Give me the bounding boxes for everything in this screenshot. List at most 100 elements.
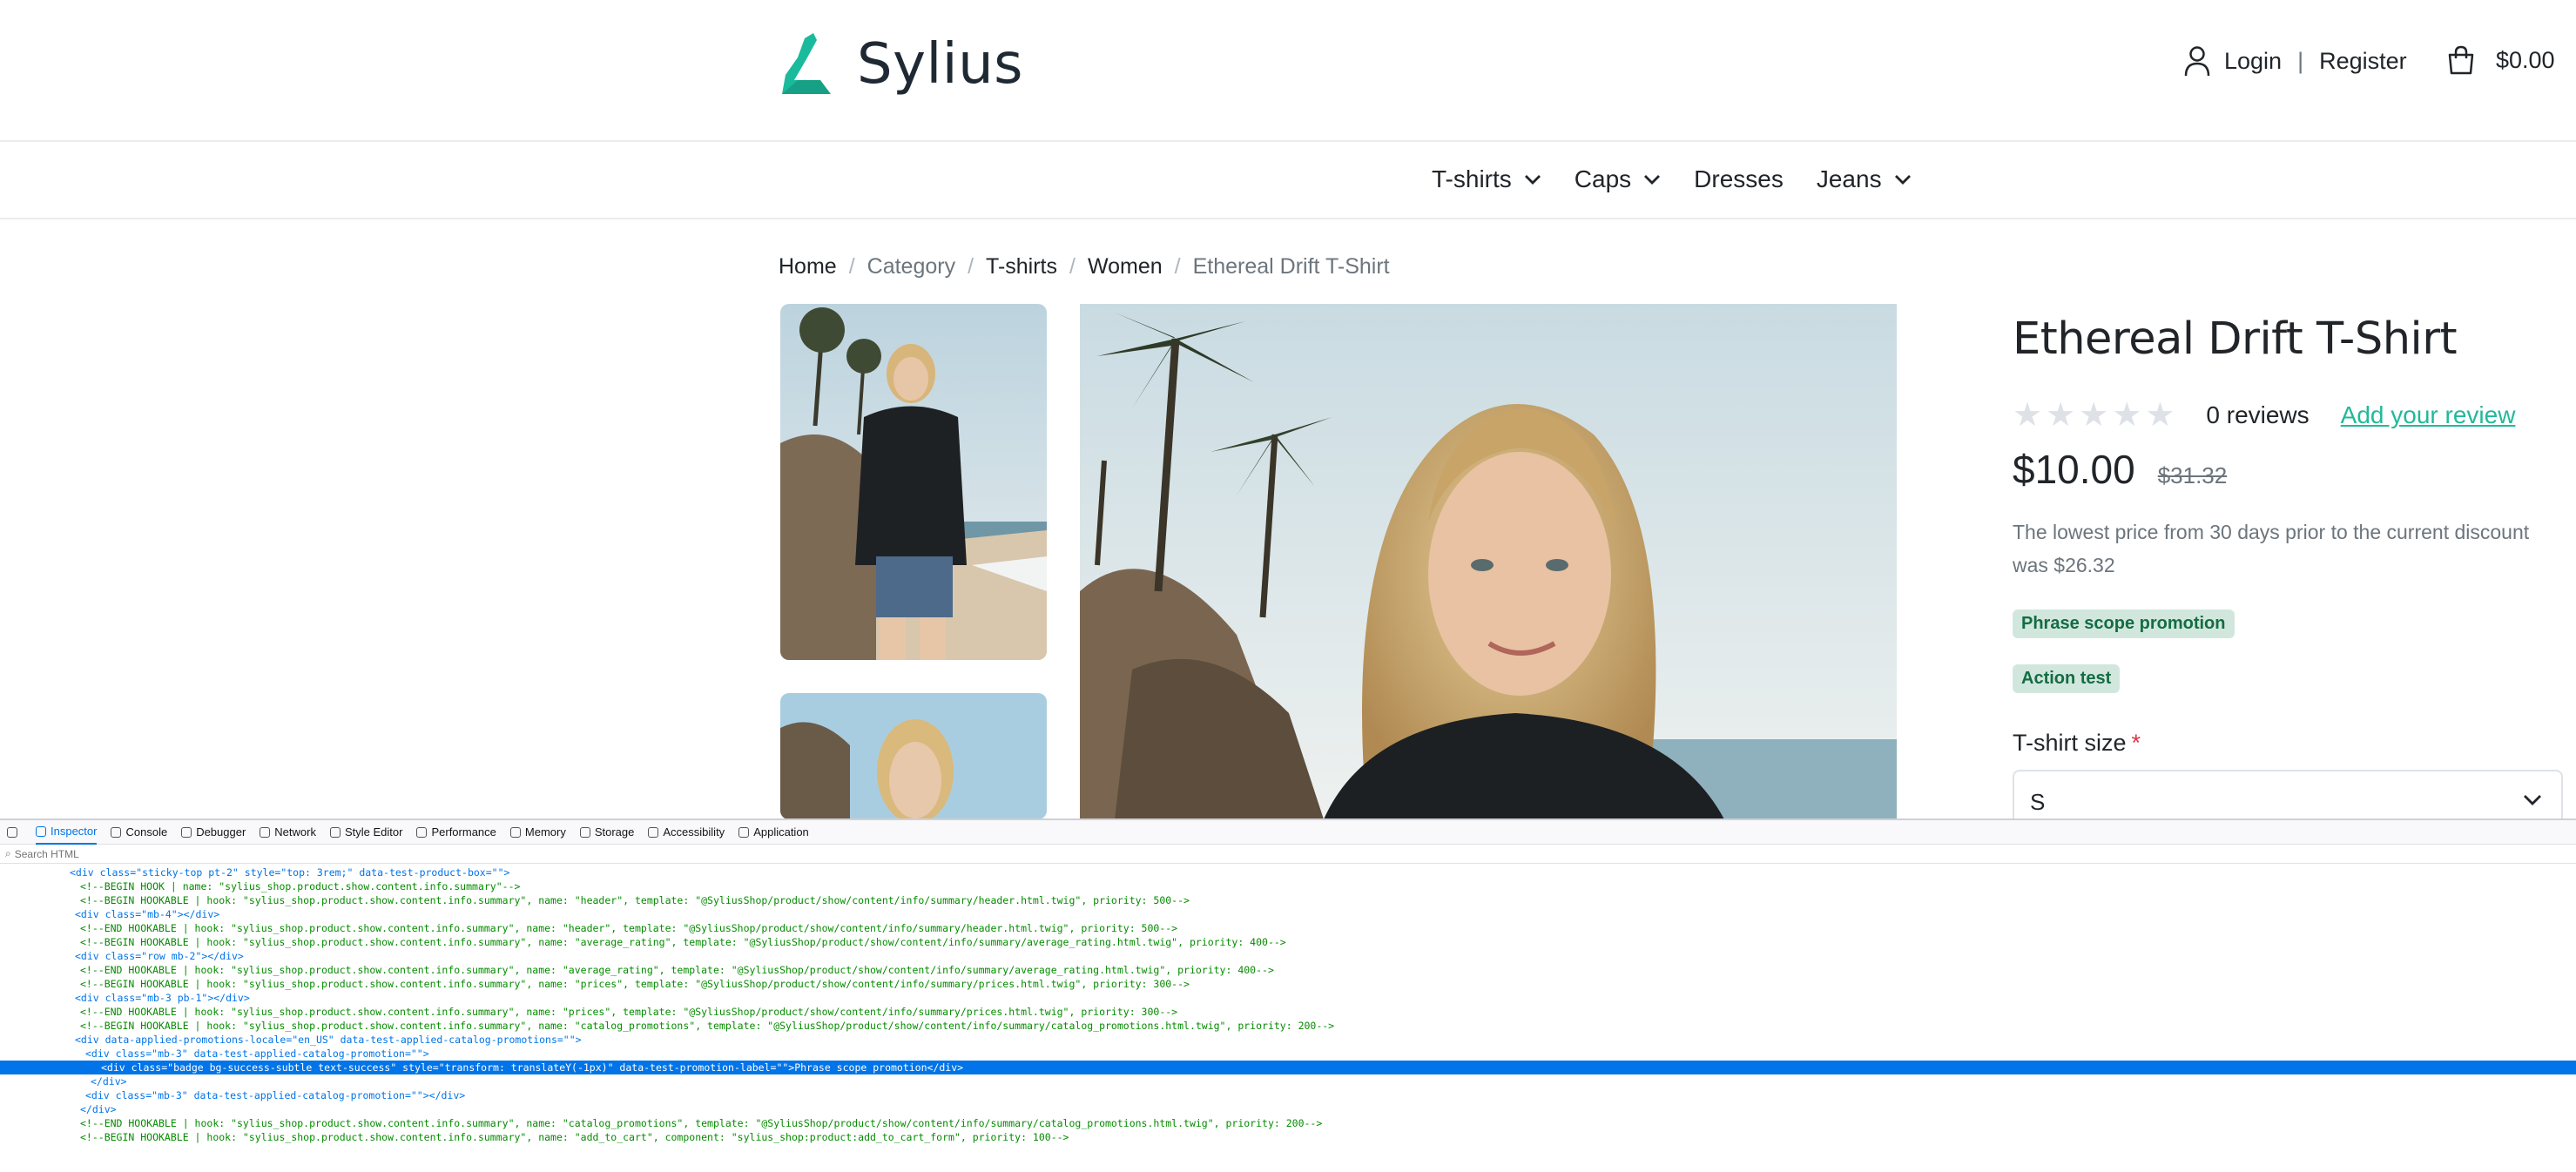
login-link[interactable]: Login	[2224, 48, 2282, 75]
add-review-link[interactable]: Add your review	[2341, 401, 2516, 429]
html-line[interactable]: <!--END HOOKABLE | hook: "sylius_shop.pr…	[0, 963, 2576, 977]
tab-label: Network	[274, 825, 316, 839]
breadcrumb-separator: /	[1069, 254, 1076, 279]
pick-element-button[interactable]	[7, 820, 22, 845]
site-header: Sylius Login | Register $0.00	[0, 0, 2576, 142]
promotion-badge: Phrase scope promotion	[2013, 610, 2235, 638]
chevron-down-icon	[1644, 175, 1661, 185]
tab-label: Performance	[431, 825, 496, 839]
search-html-input[interactable]: ⌕ Search HTML	[0, 845, 2576, 864]
html-line[interactable]: <div class="mb-3" data-test-applied-cata…	[0, 1088, 2576, 1102]
tab-debugger[interactable]: Debugger	[181, 820, 246, 845]
storage-icon	[579, 826, 590, 838]
product-thumbnail-image	[780, 304, 1047, 660]
search-icon: ⌕	[5, 847, 11, 859]
html-line[interactable]: <div class="sticky-top pt-2" style="top:…	[0, 866, 2576, 879]
breadcrumb-separator: /	[968, 254, 974, 279]
tab-storage[interactable]: Storage	[579, 820, 635, 845]
breadcrumb-separator: /	[848, 254, 855, 279]
star-icon: ★	[2079, 397, 2109, 434]
logo[interactable]: Sylius	[779, 31, 1023, 98]
html-line[interactable]: <!--BEGIN HOOKABLE | hook: "sylius_shop.…	[0, 1019, 2576, 1033]
tab-inspector[interactable]: Inspector	[36, 820, 98, 845]
product-thumbnail-2[interactable]	[780, 693, 1047, 819]
product-main-image[interactable]	[1080, 304, 1897, 819]
account-links: Login | Register	[2184, 45, 2407, 77]
tab-style-editor[interactable]: Style Editor	[329, 820, 403, 845]
original-price: $31.32	[2157, 462, 2228, 488]
nav-item-label: Dresses	[1694, 165, 1784, 192]
tab-label: Application	[753, 825, 809, 839]
nav-item-jeans[interactable]: Jeans	[1817, 165, 1912, 193]
tab-accessibility[interactable]: Accessibility	[648, 820, 725, 845]
html-line[interactable]: <div data-applied-promotions-locale="en_…	[0, 1033, 2576, 1047]
html-line[interactable]: <!--END HOOKABLE | hook: "sylius_shop.pr…	[0, 1116, 2576, 1130]
nav-item-caps[interactable]: Caps	[1575, 165, 1661, 193]
tab-network[interactable]: Network	[260, 820, 316, 845]
product-thumbnail-1[interactable]	[780, 304, 1047, 660]
chevron-down-icon	[1524, 175, 1541, 185]
memory-icon	[509, 826, 521, 838]
html-line[interactable]: <div class="mb-4"></div>	[0, 907, 2576, 921]
devtools-toolbar: Inspector Console Debugger Network Style…	[0, 820, 2576, 845]
style-editor-icon	[329, 826, 341, 838]
console-icon	[111, 826, 122, 838]
breadcrumb-t-shirts[interactable]: T-shirts	[986, 254, 1057, 280]
breadcrumb: Home / Category / T-shirts / Women / Eth…	[779, 254, 1390, 280]
chevron-down-icon	[1894, 175, 1911, 185]
html-line[interactable]: <!--BEGIN HOOKABLE | hook: "sylius_shop.…	[0, 893, 2576, 907]
product-title: Ethereal Drift T-Shirt	[2013, 313, 2458, 365]
user-icon	[2184, 46, 2210, 77]
lowest-price-note: The lowest price from 30 days prior to t…	[2013, 521, 2530, 576]
main-navigation: T-shirts Caps Dresses Jeans	[0, 143, 2576, 219]
tab-label: Storage	[594, 825, 635, 839]
reviews-count: 0 reviews	[2206, 401, 2310, 428]
tab-label: Console	[125, 825, 168, 839]
star-icon: ★	[2046, 397, 2076, 434]
tab-performance[interactable]: Performance	[416, 820, 496, 845]
search-placeholder: Search HTML	[14, 847, 79, 860]
shopping-bag-icon	[2448, 45, 2474, 75]
promotion-badge: Action test	[2013, 664, 2121, 693]
star-icon: ★	[2013, 397, 2043, 434]
html-line[interactable]: <div class="mb-3 pb-1"></div>	[0, 991, 2576, 1005]
html-line[interactable]: </div>	[0, 1074, 2576, 1088]
product-summary: Ethereal Drift T-Shirt ★ ★ ★ ★ ★ 0 revie…	[2013, 313, 2570, 832]
tab-memory[interactable]: Memory	[509, 820, 566, 845]
size-label: T-shirt size *	[2013, 730, 2141, 757]
html-line[interactable]: <!--BEGIN HOOK | name: "sylius_shop.prod…	[0, 879, 2576, 893]
html-line[interactable]: <!--BEGIN HOOKABLE | hook: "sylius_shop.…	[0, 935, 2576, 949]
rating-stars: ★ ★ ★ ★ ★	[2013, 399, 2178, 432]
size-select-value: S	[2030, 789, 2046, 815]
accessibility-icon	[648, 826, 659, 838]
breadcrumb-women[interactable]: Women	[1088, 254, 1163, 280]
html-line[interactable]: <!--END HOOKABLE | hook: "sylius_shop.pr…	[0, 921, 2576, 935]
html-line[interactable]: <!--END HOOKABLE | hook: "sylius_shop.pr…	[0, 1005, 2576, 1019]
chevron-down-icon	[2524, 795, 2541, 805]
product-thumbnail-image	[780, 693, 1047, 819]
star-icon: ★	[2145, 397, 2175, 434]
register-link[interactable]: Register	[2319, 48, 2407, 75]
tab-console[interactable]: Console	[111, 820, 167, 845]
html-line[interactable]: <div class="mb-3" data-test-applied-cata…	[0, 1047, 2576, 1061]
tab-label: Style Editor	[344, 825, 403, 839]
breadcrumb-home[interactable]: Home	[779, 254, 837, 280]
nav-item-dresses[interactable]: Dresses	[1694, 165, 1784, 193]
tab-label: Accessibility	[663, 825, 725, 839]
product-photo	[1080, 304, 1897, 819]
html-line[interactable]: <!--BEGIN HOOKABLE | hook: "sylius_shop.…	[0, 977, 2576, 991]
breadcrumb-category: Category	[867, 254, 956, 279]
html-line[interactable]: <!--BEGIN HOOKABLE | hook: "sylius_shop.…	[0, 1130, 2576, 1144]
html-line[interactable]: </div>	[0, 1102, 2576, 1116]
cart-button[interactable]: $0.00	[2447, 45, 2555, 75]
nav-item-label: Caps	[1574, 165, 1632, 192]
nav-item-t-shirts[interactable]: T-shirts	[1432, 165, 1541, 193]
html-line[interactable]: <div class="row mb-2"></div>	[0, 949, 2576, 963]
html-line-selected[interactable]: <div class="badge bg-success-subtle text…	[0, 1061, 2576, 1074]
product-prices: $10.00 $31.32	[2013, 446, 2227, 493]
inspector-icon	[36, 825, 46, 837]
tab-application[interactable]: Application	[738, 820, 809, 845]
tab-label: Memory	[524, 825, 566, 839]
size-label-text: T-shirt size	[2013, 730, 2127, 756]
breadcrumb-current: Ethereal Drift T-Shirt	[1192, 254, 1390, 279]
